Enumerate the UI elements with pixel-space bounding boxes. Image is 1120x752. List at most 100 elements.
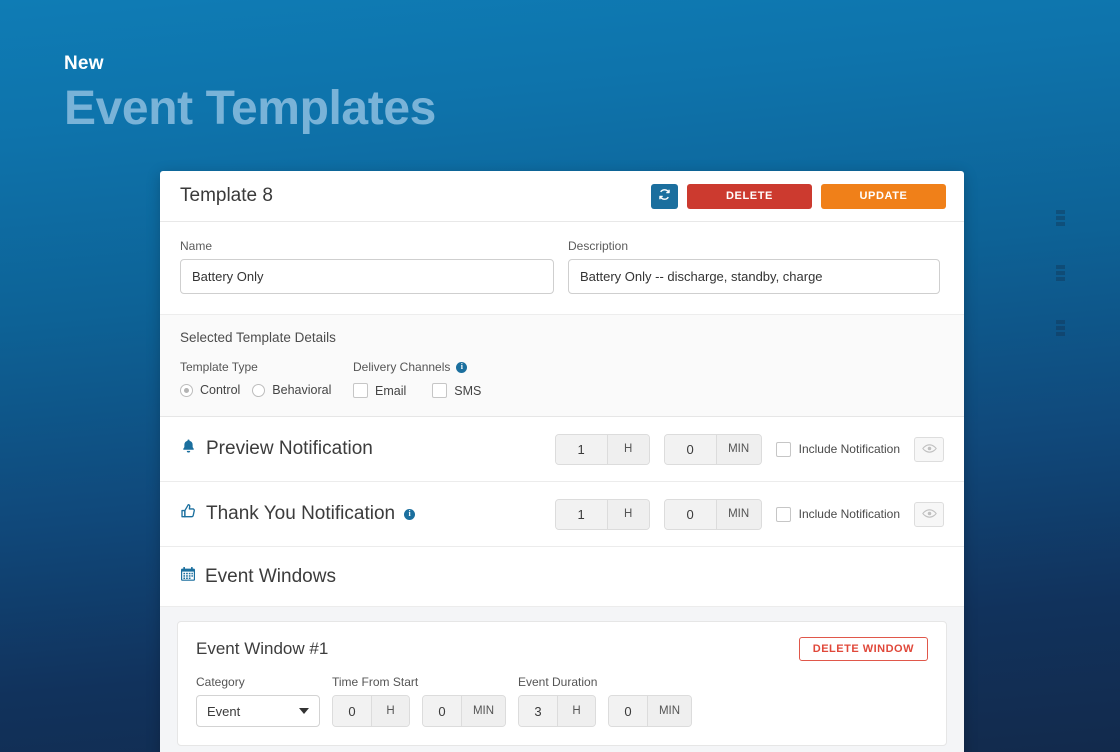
thank-you-include-notification[interactable]: Include Notification [775, 506, 900, 522]
time-from-start-minutes-unit: MIN [461, 696, 505, 726]
preview-include-notification[interactable]: Include Notification [775, 441, 900, 457]
radio-behavioral-label: Behavioral [272, 383, 332, 397]
calendar-icon [180, 566, 196, 588]
category-select-value: Event [207, 703, 241, 719]
thank-you-minutes-value[interactable]: 0 [664, 499, 716, 529]
template-title: Template 8 [180, 185, 273, 206]
time-from-start-minutes-input[interactable]: 0 MIN [422, 695, 506, 727]
template-type-group: Template Type Control Behavioral [180, 360, 353, 398]
checkbox-sms[interactable]: SMS [432, 383, 481, 398]
template-card: Template 8 DELETE UPDATE Name Battery On… [160, 171, 964, 752]
time-from-start-minutes-value[interactable]: 0 [423, 696, 461, 726]
checkbox-email-indicator[interactable] [353, 383, 368, 398]
page-heading: New Event Templates [64, 52, 436, 140]
refresh-icon [658, 188, 671, 204]
thank-you-hours-unit: H [606, 499, 649, 529]
update-button[interactable]: UPDATE [821, 183, 946, 209]
delete-button[interactable]: DELETE [687, 183, 812, 209]
event-window-header: Event Window #1 DELETE WINDOW [196, 637, 928, 661]
preview-eye-button[interactable] [914, 436, 944, 462]
info-icon[interactable]: i [456, 361, 468, 373]
template-type-label: Template Type [180, 360, 258, 374]
refresh-button[interactable] [651, 183, 678, 209]
preview-include-label: Include Notification [798, 442, 900, 456]
eye-icon [921, 507, 937, 522]
event-duration-hours-unit: H [557, 696, 595, 726]
name-input[interactable] [180, 259, 554, 294]
event-duration-minutes-unit: MIN [647, 696, 691, 726]
thank-you-notification-controls: 1 H 0 MIN Include Notification [554, 498, 944, 530]
page-title: Event Templates [64, 82, 436, 135]
edge-marks [1056, 210, 1070, 375]
category-select[interactable]: Event [196, 695, 320, 727]
event-duration-minutes-value[interactable]: 0 [609, 696, 647, 726]
preview-hours-value[interactable]: 1 [555, 434, 607, 464]
time-from-start-label: Time From Start [332, 675, 419, 689]
name-label: Name [180, 239, 213, 253]
card-header: Template 8 DELETE UPDATE [160, 171, 964, 222]
event-window-title: Event Window #1 [196, 639, 329, 658]
delivery-channels-group: Delivery Channels i Email SMS [353, 360, 481, 398]
thank-you-eye-button[interactable] [914, 501, 944, 527]
preview-include-checkbox[interactable] [775, 441, 791, 457]
radio-control-indicator[interactable] [180, 383, 193, 397]
checkbox-sms-label: SMS [454, 383, 482, 398]
preview-minutes-unit: MIN [715, 434, 761, 464]
radio-behavioral-indicator[interactable] [252, 383, 266, 397]
thank-you-minutes-unit: MIN [715, 499, 761, 529]
description-field-group: Description [568, 239, 940, 294]
thumbs-up-icon [180, 503, 197, 526]
event-windows-body: Event Window #1 DELETE WINDOW Category E… [160, 607, 964, 752]
checkbox-email-label: Email [375, 383, 407, 398]
delivery-channels-label: Delivery Channels i [353, 360, 481, 374]
event-duration-hours-value[interactable]: 3 [519, 696, 557, 726]
checkbox-sms-indicator[interactable] [432, 383, 448, 398]
description-label: Description [568, 239, 629, 253]
event-duration-inputs: 3 H 0 MIN [518, 695, 692, 727]
time-from-start-hours-unit: H [371, 696, 409, 726]
checkbox-email[interactable]: Email [353, 383, 406, 398]
event-duration-label: Event Duration [518, 675, 598, 689]
thank-you-hours-value[interactable]: 1 [555, 499, 607, 529]
preview-minutes-value[interactable]: 0 [664, 434, 716, 464]
event-duration-minutes-input[interactable]: 0 MIN [608, 695, 692, 727]
time-from-start-group: Time From Start 0 H 0 MIN [332, 675, 506, 727]
event-window-fields: Category Event Time From Start 0 H 0 MIN… [196, 675, 928, 727]
selected-template-details: Selected Template Details Template Type … [160, 315, 964, 417]
edge-mark [1056, 265, 1065, 281]
delivery-channel-options: Email SMS [353, 383, 481, 398]
radio-control[interactable]: Control [180, 383, 240, 397]
event-duration-hours-input[interactable]: 3 H [518, 695, 596, 727]
preview-hours-input[interactable]: 1 H [554, 433, 650, 465]
details-columns: Template Type Control Behavioral Deliver… [180, 360, 944, 398]
template-type-options: Control Behavioral [180, 383, 353, 397]
thank-you-notification-row: Thank You Notification i 1 H 0 MIN Inclu… [160, 482, 964, 547]
thank-you-notification-title: Thank You Notification i [180, 503, 555, 526]
chevron-down-icon [299, 708, 309, 714]
preview-minutes-input[interactable]: 0 MIN [663, 433, 762, 465]
page-eyebrow: New [64, 53, 104, 74]
thank-you-hours-input[interactable]: 1 H [554, 498, 650, 530]
edge-mark [1056, 210, 1065, 226]
preview-notification-title: Preview Notification [180, 438, 555, 461]
time-from-start-hours-input[interactable]: 0 H [332, 695, 410, 727]
radio-behavioral[interactable]: Behavioral [252, 383, 331, 397]
thank-you-include-checkbox[interactable] [775, 506, 791, 522]
info-icon[interactable]: i [404, 508, 416, 520]
bell-icon [180, 438, 197, 461]
name-field-group: Name [180, 239, 554, 294]
description-input[interactable] [568, 259, 940, 294]
radio-control-label: Control [200, 383, 241, 397]
name-description-row: Name Description [160, 222, 964, 315]
event-windows-header: Event Windows [160, 547, 964, 607]
time-from-start-hours-value[interactable]: 0 [333, 696, 371, 726]
thank-you-notification-label: Thank You Notification [206, 503, 396, 524]
preview-notification-controls: 1 H 0 MIN Include Notification [554, 433, 944, 465]
preview-hours-unit: H [606, 434, 649, 464]
category-group: Category Event [196, 675, 320, 727]
category-label: Category [196, 675, 245, 689]
edge-mark [1056, 320, 1065, 336]
preview-notification-label: Preview Notification [206, 438, 373, 459]
delete-window-button[interactable]: DELETE WINDOW [798, 637, 928, 661]
thank-you-minutes-input[interactable]: 0 MIN [663, 498, 762, 530]
